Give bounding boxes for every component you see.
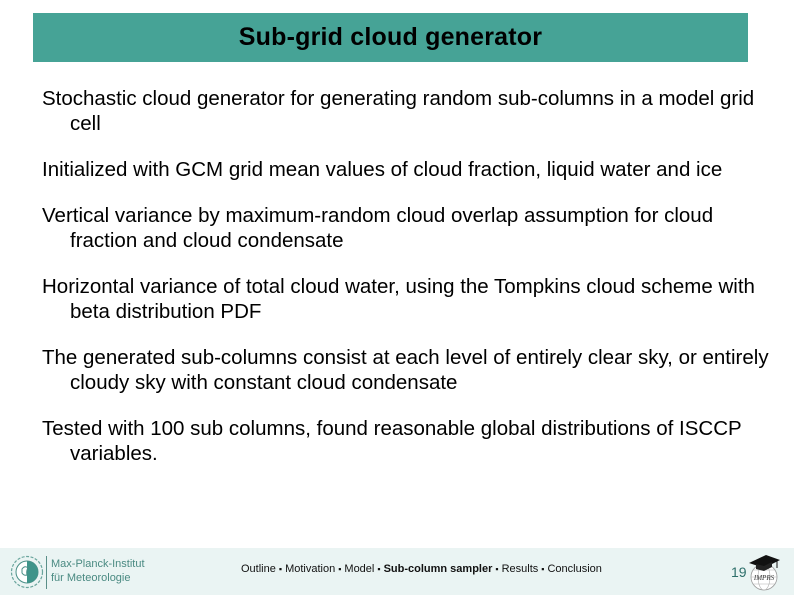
nav-item-outline[interactable]: Outline <box>241 563 276 575</box>
bullet-item: Horizontal variance of total cloud water… <box>42 275 755 323</box>
section-nav: Outline ▪ Motivation ▪ Model ▪ Sub-column samp… <box>241 563 602 575</box>
bullet-item: Vertical variance by maximum-random clou… <box>42 204 714 252</box>
logo-divider <box>46 556 47 589</box>
nav-separator: ▪ <box>541 564 545 574</box>
nav-item-model[interactable]: Model <box>344 563 374 575</box>
slide-title: Sub-grid cloud generator <box>238 23 543 51</box>
slide-footer: Max-Planck-Institut für Meteorologie Out… <box>0 548 794 595</box>
institute-name-line1: Max-Planck-Institut <box>51 558 145 570</box>
svg-text:IMPRS: IMPRS <box>753 574 775 582</box>
nav-separator: ▪ <box>278 564 283 574</box>
slide-title-bar: Sub-grid cloud generator <box>33 13 748 62</box>
bullet-item: Stochastic cloud generator for generatin… <box>42 87 755 135</box>
nav-item-conclusion[interactable]: Conclusion <box>547 563 601 575</box>
page-number: 19 <box>731 564 747 580</box>
nav-item-motivation[interactable]: Motivation <box>285 563 335 575</box>
nav-item-results[interactable]: Results <box>502 563 539 575</box>
institute-name: Max-Planck-Institut für Meteorologie <box>51 557 145 585</box>
bullet-item: Initialized with GCM grid mean values of… <box>42 158 723 181</box>
nav-separator: ▪ <box>377 564 381 574</box>
nav-separator: ▪ <box>495 564 499 574</box>
nav-item-sub-column-sampler[interactable]: Sub-column sampler <box>384 563 493 575</box>
nav-separator: ▪ <box>338 564 342 574</box>
bullet-list: Stochastic cloud generator for generatin… <box>42 86 782 487</box>
institute-name-line2: für Meteorologie <box>51 572 131 584</box>
graduation-cap-globe-icon: IMPRS <box>749 555 780 591</box>
bullet-item: Tested with 100 sub columns, found reaso… <box>42 417 742 465</box>
bullet-item: The generated sub-columns consist at eac… <box>42 346 769 394</box>
mpi-minerva-logo-icon <box>10 555 44 589</box>
